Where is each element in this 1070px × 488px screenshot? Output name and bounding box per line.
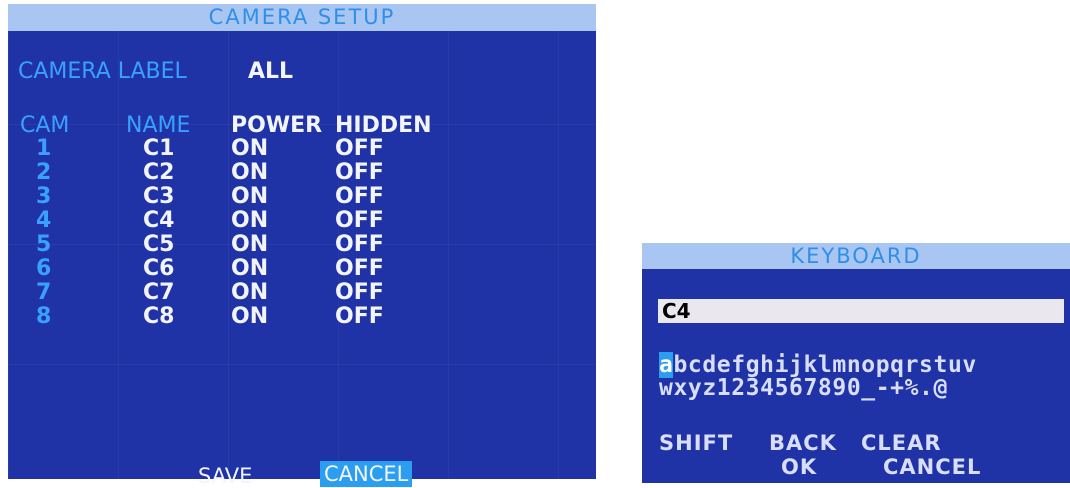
- cancel-button[interactable]: CANCEL: [320, 461, 413, 487]
- cam-number: 8: [36, 304, 52, 329]
- ok-key[interactable]: OK: [781, 455, 817, 479]
- camera-label-text: CAMERA LABEL: [18, 59, 187, 84]
- camera-row: 7 C7 ON OFF: [8, 281, 596, 305]
- keyboard-title: KEYBOARD: [790, 244, 922, 268]
- keyboard-panel: KEYBOARD C4 abcdefghijklmnopqrstuv wxyz1…: [642, 243, 1070, 483]
- cam-power[interactable]: ON: [231, 209, 268, 233]
- camera-setup-title: CAMERA SETUP: [208, 5, 396, 29]
- save-button[interactable]: SAVE: [198, 464, 252, 488]
- cam-hidden[interactable]: OFF: [335, 233, 384, 257]
- cam-number: 7: [36, 280, 52, 305]
- cam-number: 1: [36, 136, 52, 161]
- cam-name[interactable]: C1: [143, 137, 174, 161]
- cam-number: 3: [36, 184, 52, 209]
- cam-power[interactable]: ON: [231, 257, 268, 281]
- camera-row: 5 C5 ON OFF: [8, 233, 596, 257]
- cam-name[interactable]: C6: [143, 257, 174, 281]
- cam-name[interactable]: C3: [143, 185, 174, 209]
- cam-number: 2: [36, 160, 52, 185]
- camera-setup-panel: CAMERA SETUP CAMERA LABEL ALL CAM NAME P…: [8, 4, 596, 488]
- cam-name[interactable]: C4: [143, 209, 174, 233]
- cam-power[interactable]: ON: [231, 281, 268, 305]
- cam-hidden[interactable]: OFF: [335, 137, 384, 161]
- camera-row: 3 C3 ON OFF: [8, 185, 596, 209]
- cam-hidden[interactable]: OFF: [335, 209, 384, 233]
- cam-power[interactable]: ON: [231, 305, 268, 329]
- cam-power[interactable]: ON: [231, 161, 268, 185]
- back-key[interactable]: BACK: [769, 431, 837, 455]
- column-header-cam: CAM: [20, 113, 70, 138]
- cam-number: 5: [36, 232, 52, 257]
- camera-row: 2 C2 ON OFF: [8, 161, 596, 185]
- cam-name[interactable]: C7: [143, 281, 174, 305]
- cam-number: 4: [36, 208, 52, 233]
- cam-hidden[interactable]: OFF: [335, 185, 384, 209]
- cam-hidden[interactable]: OFF: [335, 281, 384, 305]
- cam-name[interactable]: C5: [143, 233, 174, 257]
- cam-power[interactable]: ON: [231, 233, 268, 257]
- camera-row: 6 C6 ON OFF: [8, 257, 596, 281]
- keyboard-char-row-1[interactable]: abcdefghijklmnopqrstuv: [659, 352, 977, 378]
- cam-hidden[interactable]: OFF: [335, 305, 384, 329]
- cam-hidden[interactable]: OFF: [335, 161, 384, 185]
- camera-setup-titlebar: CAMERA SETUP: [8, 4, 596, 31]
- cam-name[interactable]: C2: [143, 161, 174, 185]
- cam-power[interactable]: ON: [231, 185, 268, 209]
- clear-key[interactable]: CLEAR: [861, 431, 942, 455]
- column-header-power: POWER: [231, 113, 323, 138]
- keyboard-cancel-key[interactable]: CANCEL: [883, 455, 981, 479]
- keyboard-char-row-2[interactable]: wxyz1234567890_-+%.@: [659, 376, 948, 400]
- cam-number: 6: [36, 256, 52, 281]
- cam-hidden[interactable]: OFF: [335, 257, 384, 281]
- camera-row: 1 C1 ON OFF: [8, 137, 596, 161]
- camera-row: 8 C8 ON OFF: [8, 305, 596, 329]
- cam-name[interactable]: C8: [143, 305, 174, 329]
- cam-power[interactable]: ON: [231, 137, 268, 161]
- camera-row: 4 C4 ON OFF: [8, 209, 596, 233]
- keyboard-text-input[interactable]: C4: [658, 299, 1064, 323]
- column-header-hidden: HIDDEN: [335, 113, 432, 138]
- camera-label-value[interactable]: ALL: [248, 60, 293, 84]
- keyboard-titlebar: KEYBOARD: [642, 243, 1070, 269]
- column-header-name: NAME: [126, 113, 191, 138]
- shift-key[interactable]: SHIFT: [659, 431, 733, 455]
